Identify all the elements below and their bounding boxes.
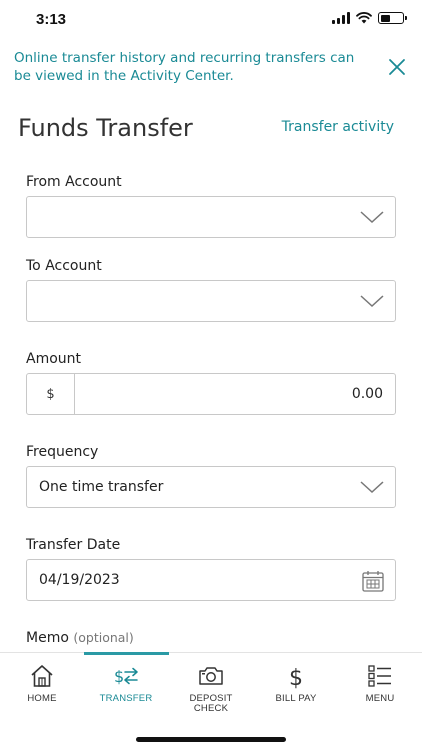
banner-message: Online transfer history and recurring tr…: [14, 50, 355, 84]
frequency-label: Frequency: [26, 444, 99, 460]
transfer-activity-link[interactable]: Transfer activity: [282, 119, 394, 135]
nav-home-label: HOME: [27, 693, 57, 704]
from-account-label: From Account: [26, 174, 122, 190]
to-account-select[interactable]: [26, 280, 396, 322]
nav-deposit-check[interactable]: DEPOSIT CHECK: [169, 653, 253, 723]
currency-prefix: $: [27, 374, 75, 414]
info-banner: Online transfer history and recurring tr…: [0, 44, 422, 96]
memo-label: Memo (optional): [26, 630, 134, 646]
menu-icon: [368, 665, 391, 687]
status-time: 3:13: [36, 11, 67, 28]
nav-home[interactable]: HOME: [0, 653, 84, 723]
chevron-down-icon: [360, 211, 384, 224]
nav-menu[interactable]: MENU: [338, 653, 422, 723]
amount-input[interactable]: $ 0.00: [26, 373, 396, 415]
amount-label: Amount: [26, 351, 82, 367]
amount-value: 0.00: [351, 386, 383, 402]
camera-icon: [199, 667, 223, 685]
transfer-date-value: 04/19/2023: [39, 572, 120, 588]
frequency-select[interactable]: One time transfer: [26, 466, 396, 508]
bottom-nav: HOME $ TRANSFER DEPOSIT CHECK $ BILL PAY: [0, 652, 422, 750]
svg-text:$: $: [114, 667, 124, 686]
nav-deposit-label: DEPOSIT CHECK: [189, 693, 233, 714]
chevron-down-icon: [360, 295, 384, 308]
calendar-icon[interactable]: [361, 569, 385, 593]
frequency-value: One time transfer: [39, 479, 164, 495]
to-account-label: To Account: [26, 258, 102, 274]
cellular-signal-icon: [332, 12, 350, 24]
wifi-icon: [356, 12, 372, 24]
transfer-icon: $: [114, 667, 138, 686]
nav-transfer-label: TRANSFER: [99, 693, 153, 704]
transfer-date-label: Transfer Date: [26, 537, 121, 553]
home-icon: [31, 665, 53, 687]
nav-bill-pay[interactable]: $ BILL PAY: [254, 653, 338, 723]
page-title: Funds Transfer: [18, 114, 193, 142]
close-icon[interactable]: [386, 56, 408, 78]
home-indicator: [136, 737, 286, 742]
chevron-down-icon: [360, 481, 384, 494]
nav-bill-pay-label: BILL PAY: [275, 693, 317, 704]
nav-menu-label: MENU: [365, 693, 395, 704]
status-icons: [332, 12, 407, 24]
dollar-icon: $: [289, 666, 303, 689]
svg-text:$: $: [289, 666, 303, 689]
memo-optional-text: (optional): [73, 630, 134, 645]
memo-label-text: Memo: [26, 630, 69, 646]
nav-transfer[interactable]: $ TRANSFER: [84, 653, 168, 723]
status-bar: 3:13: [0, 0, 422, 44]
battery-icon: [378, 12, 407, 24]
from-account-select[interactable]: [26, 196, 396, 238]
transfer-date-input[interactable]: 04/19/2023: [26, 559, 396, 601]
